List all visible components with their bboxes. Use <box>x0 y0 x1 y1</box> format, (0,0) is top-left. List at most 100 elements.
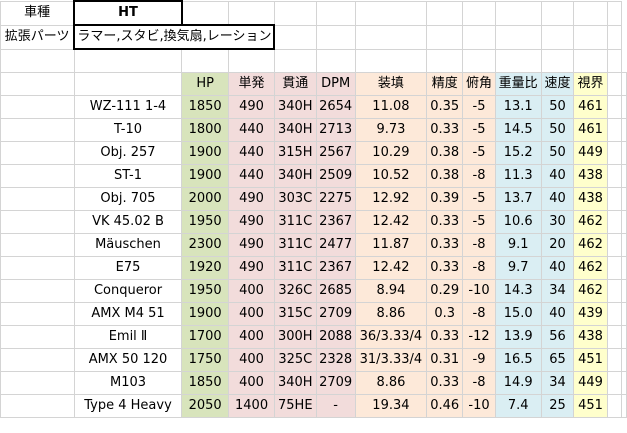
empty-cell[interactable] <box>354 24 428 50</box>
empty-cell[interactable] <box>621 141 627 165</box>
cell-view-range[interactable]: 451 <box>573 394 608 418</box>
empty-cell[interactable] <box>606 371 623 395</box>
empty-cell[interactable] <box>228 48 275 73</box>
cell-depression[interactable]: -5 <box>462 141 496 165</box>
empty-cell[interactable] <box>573 0 608 26</box>
cell-vehicle[interactable]: AMX M4 51 <box>73 302 183 326</box>
empty-cell[interactable] <box>621 95 627 119</box>
cell-hp[interactable]: 2300 <box>181 233 230 257</box>
cell-depression[interactable]: -8 <box>462 256 496 280</box>
empty-cell[interactable] <box>426 0 464 26</box>
cell-depression[interactable]: -10 <box>462 279 496 303</box>
cell-dpm[interactable]: 2685 <box>315 279 356 303</box>
cell-damage[interactable]: 1400 <box>228 394 275 418</box>
empty-cell[interactable] <box>606 24 623 50</box>
empty-cell[interactable] <box>354 0 428 26</box>
cell-penetration[interactable]: 326C <box>273 279 317 303</box>
cell-reload[interactable]: 31/3.33/4 <box>354 348 428 372</box>
cell-hp[interactable]: 1850 <box>181 95 230 119</box>
cell-accuracy[interactable]: 0.33 <box>426 233 464 257</box>
cell-power-weight[interactable]: 10.6 <box>494 210 542 234</box>
cell-reload[interactable]: 19.34 <box>354 394 428 418</box>
cell-accuracy[interactable]: 0.38 <box>426 141 464 165</box>
cell-view-range[interactable]: 438 <box>573 187 608 211</box>
extension-parts-label-cell[interactable]: 拡張パーツ <box>0 24 75 50</box>
cell-accuracy[interactable]: 0.46 <box>426 394 464 418</box>
header-cell-penetration[interactable]: 貫通 <box>273 72 317 96</box>
cell-speed[interactable]: 40 <box>540 187 575 211</box>
cell-vehicle[interactable]: Type 4 Heavy <box>73 394 183 418</box>
empty-cell[interactable] <box>606 348 623 372</box>
cell-reload[interactable]: 10.29 <box>354 141 428 165</box>
cell-penetration[interactable]: 311C <box>273 210 317 234</box>
cell-dpm[interactable]: 2275 <box>315 187 356 211</box>
empty-cell[interactable] <box>540 24 575 50</box>
header-cell-view-range[interactable]: 視界 <box>573 72 608 96</box>
empty-cell[interactable] <box>0 256 75 280</box>
cell-accuracy[interactable]: 0.33 <box>426 325 464 349</box>
cell-view-range[interactable]: 461 <box>573 95 608 119</box>
cell-accuracy[interactable]: 0.33 <box>426 256 464 280</box>
cell-view-range[interactable]: 451 <box>573 348 608 372</box>
empty-cell[interactable] <box>0 233 75 257</box>
cell-depression[interactable]: -5 <box>462 95 496 119</box>
empty-cell[interactable] <box>621 302 627 326</box>
cell-dpm[interactable]: 2709 <box>315 302 356 326</box>
cell-damage[interactable]: 400 <box>228 348 275 372</box>
cell-view-range[interactable]: 438 <box>573 164 608 188</box>
cell-view-range[interactable]: 449 <box>573 371 608 395</box>
cell-damage[interactable]: 400 <box>228 279 275 303</box>
cell-accuracy[interactable]: 0.33 <box>426 210 464 234</box>
cell-power-weight[interactable]: 13.9 <box>494 325 542 349</box>
extension-parts-value-cell[interactable]: ラマー,スタビ,換気扇,レーション <box>73 24 276 50</box>
cell-hp[interactable]: 2050 <box>181 394 230 418</box>
empty-cell[interactable] <box>426 24 464 50</box>
cell-dpm[interactable]: 2713 <box>315 118 356 142</box>
empty-cell[interactable] <box>621 371 627 395</box>
cell-vehicle[interactable]: VK 45.02 B <box>73 210 183 234</box>
empty-cell[interactable] <box>606 95 623 119</box>
empty-cell[interactable] <box>621 325 627 349</box>
cell-reload[interactable]: 11.87 <box>354 233 428 257</box>
header-cell-damage[interactable]: 単発 <box>228 72 275 96</box>
empty-cell[interactable] <box>273 48 317 73</box>
cell-dpm[interactable]: 2088 <box>315 325 356 349</box>
header-cell-accuracy[interactable]: 精度 <box>426 72 464 96</box>
empty-cell[interactable] <box>606 118 623 142</box>
empty-cell[interactable] <box>573 24 608 50</box>
cell-hp[interactable]: 1800 <box>181 118 230 142</box>
cell-vehicle[interactable]: WZ-111 1-4 <box>73 95 183 119</box>
empty-cell[interactable] <box>181 48 230 73</box>
cell-hp[interactable]: 1950 <box>181 210 230 234</box>
empty-cell[interactable] <box>540 48 575 73</box>
cell-accuracy[interactable]: 0.33 <box>426 371 464 395</box>
empty-cell[interactable] <box>621 256 627 280</box>
cell-damage[interactable]: 400 <box>228 325 275 349</box>
empty-cell[interactable] <box>606 48 623 73</box>
empty-cell[interactable] <box>621 72 627 96</box>
cell-power-weight[interactable]: 9.1 <box>494 233 542 257</box>
empty-cell[interactable] <box>0 187 75 211</box>
empty-cell[interactable] <box>621 210 627 234</box>
cell-reload[interactable]: 12.92 <box>354 187 428 211</box>
empty-cell[interactable] <box>0 72 75 96</box>
empty-cell[interactable] <box>606 72 623 96</box>
cell-reload[interactable]: 12.42 <box>354 210 428 234</box>
empty-cell[interactable] <box>606 394 623 418</box>
empty-cell[interactable] <box>606 0 623 26</box>
empty-cell[interactable] <box>494 48 542 73</box>
empty-cell[interactable] <box>462 0 496 26</box>
cell-penetration[interactable]: 340H <box>273 118 317 142</box>
cell-speed[interactable]: 40 <box>540 164 575 188</box>
cell-power-weight[interactable]: 13.1 <box>494 95 542 119</box>
empty-cell[interactable] <box>573 48 608 73</box>
empty-cell[interactable] <box>273 0 317 26</box>
cell-power-weight[interactable]: 11.3 <box>494 164 542 188</box>
cell-view-range[interactable]: 439 <box>573 302 608 326</box>
cell-damage[interactable]: 440 <box>228 141 275 165</box>
empty-cell[interactable] <box>540 0 575 26</box>
cell-penetration[interactable]: 311C <box>273 233 317 257</box>
empty-cell[interactable] <box>606 325 623 349</box>
cell-hp[interactable]: 1920 <box>181 256 230 280</box>
cell-hp[interactable]: 2000 <box>181 187 230 211</box>
